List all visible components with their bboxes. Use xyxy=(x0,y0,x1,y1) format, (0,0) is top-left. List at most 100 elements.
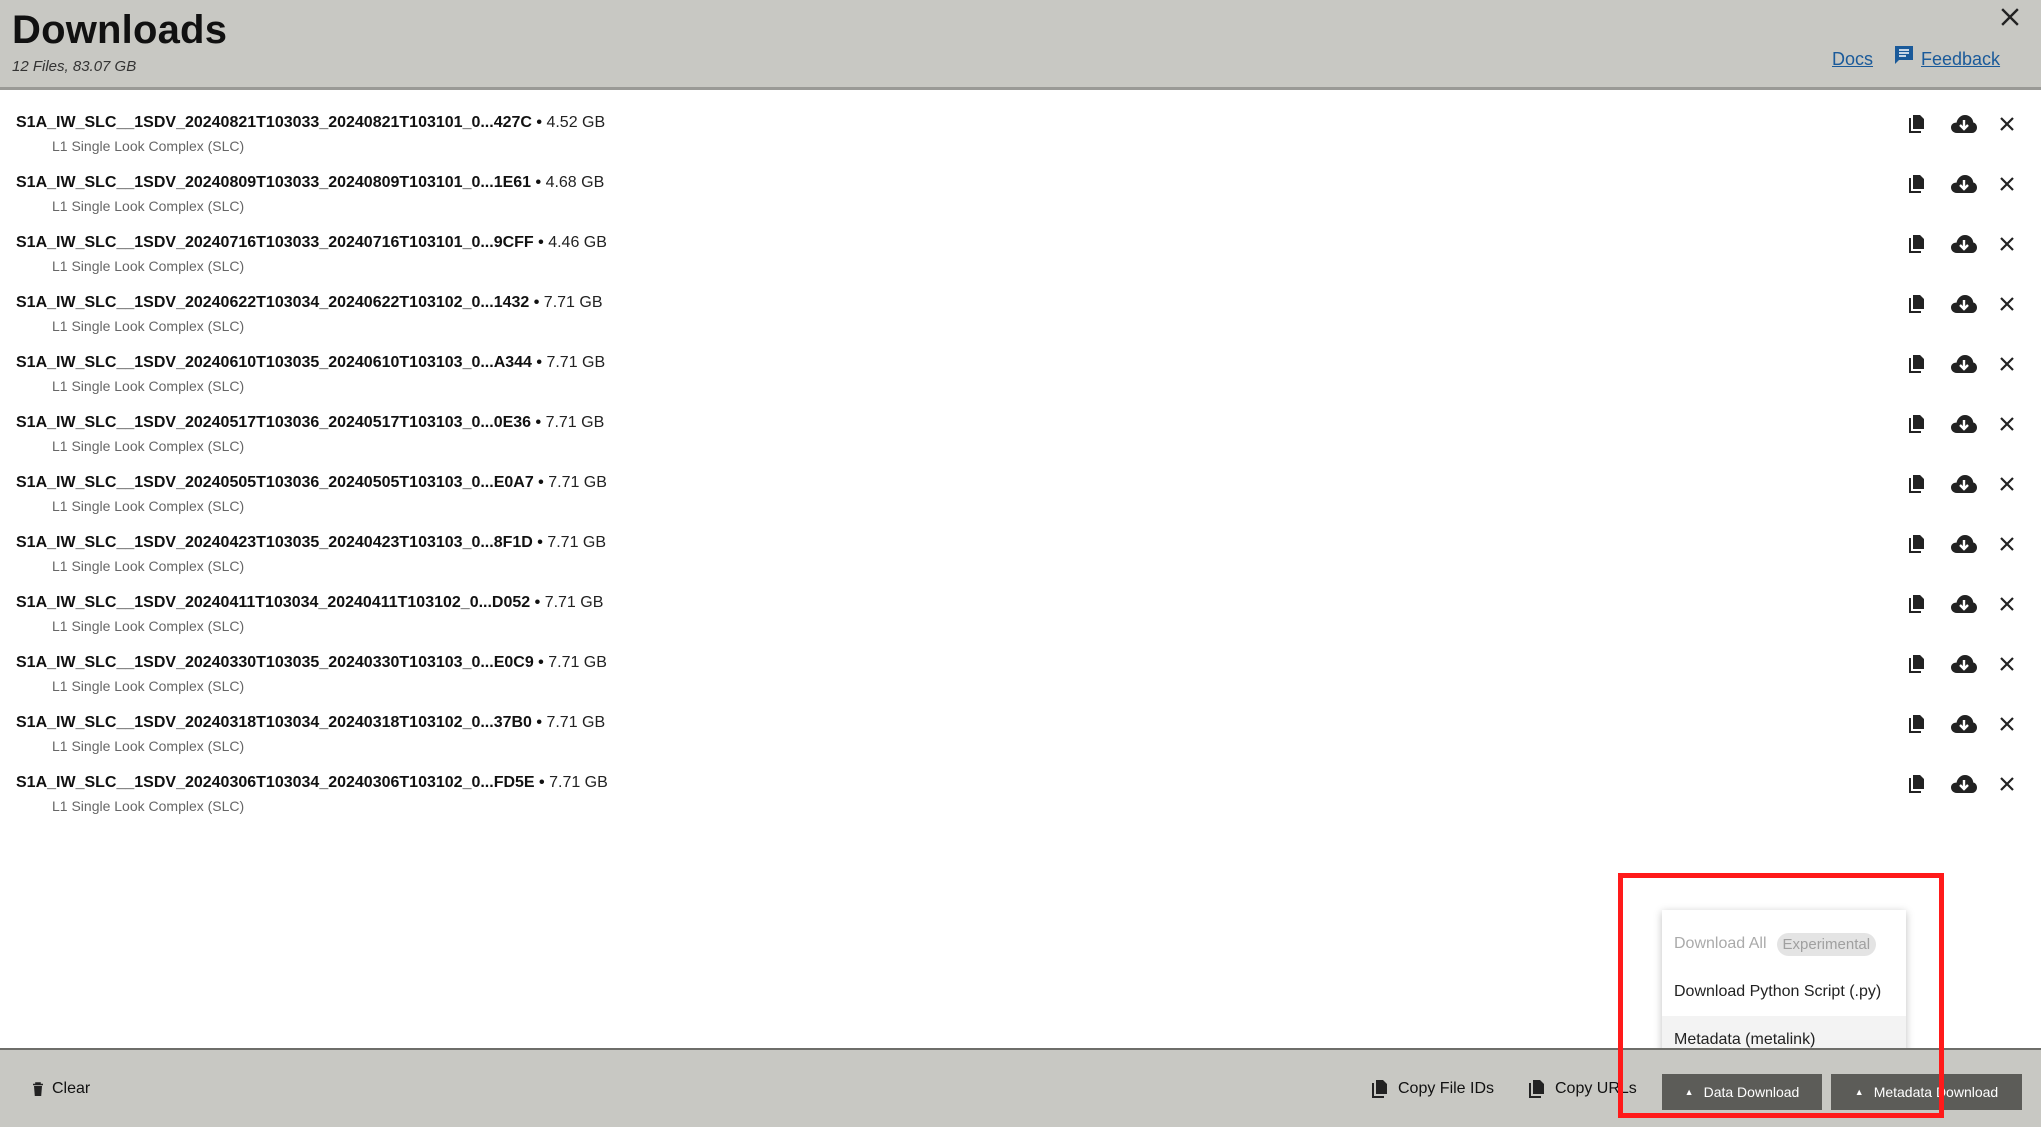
remove-file-button[interactable] xyxy=(1995,592,2019,616)
clear-button[interactable]: Clear xyxy=(32,1080,90,1098)
download-file-button[interactable] xyxy=(1949,232,1979,256)
copy-url-button[interactable] xyxy=(1905,592,1929,616)
remove-file-button[interactable] xyxy=(1995,712,2019,736)
file-name: S1A_IW_SLC__1SDV_20240622T103034_2024062… xyxy=(16,294,603,311)
file-size: 7.71 GB xyxy=(546,354,606,371)
feedback-label: Feedback xyxy=(1921,49,2001,69)
docs-link[interactable]: Docs xyxy=(1832,49,1873,70)
close-icon xyxy=(2000,537,2014,551)
file-type: L1 Single Look Complex (SLC) xyxy=(52,378,245,394)
file-size: 7.71 GB xyxy=(544,594,604,611)
close-icon xyxy=(2000,417,2014,431)
cloud-download-icon xyxy=(1951,475,1977,493)
file-row: S1A_IW_SLC__1SDV_20240716T103033_2024071… xyxy=(0,228,2041,288)
copy-icon xyxy=(1909,535,1924,553)
file-size: 4.46 GB xyxy=(548,234,607,251)
download-file-button[interactable] xyxy=(1949,412,1979,436)
copy-url-button[interactable] xyxy=(1905,112,1929,136)
file-row: S1A_IW_SLC__1SDV_20240505T103036_2024050… xyxy=(0,468,2041,528)
file-type: L1 Single Look Complex (SLC) xyxy=(52,318,245,334)
remove-file-button[interactable] xyxy=(1995,232,2019,256)
footer-bar: Clear Copy File IDs Copy URLs ▲ Data Dow… xyxy=(0,1048,2041,1127)
file-row: S1A_IW_SLC__1SDV_20240423T103035_2024042… xyxy=(0,528,2041,588)
remove-file-button[interactable] xyxy=(1995,172,2019,196)
copy-url-button[interactable] xyxy=(1905,712,1929,736)
download-all-label: Download All xyxy=(1674,935,1767,952)
remove-file-button[interactable] xyxy=(1995,112,2019,136)
file-row: S1A_IW_SLC__1SDV_20240809T103033_2024080… xyxy=(0,168,2041,228)
remove-file-button[interactable] xyxy=(1995,772,2019,796)
copy-url-button[interactable] xyxy=(1905,232,1929,256)
file-type: L1 Single Look Complex (SLC) xyxy=(52,258,245,274)
file-size: 7.71 GB xyxy=(549,774,608,791)
download-file-button[interactable] xyxy=(1949,712,1979,736)
file-row: S1A_IW_SLC__1SDV_20240411T103034_2024041… xyxy=(0,588,2041,648)
file-size: 4.52 GB xyxy=(546,114,606,131)
file-name: S1A_IW_SLC__1SDV_20240306T103034_2024030… xyxy=(16,774,608,791)
file-row: S1A_IW_SLC__1SDV_20240821T103033_2024082… xyxy=(0,108,2041,168)
close-icon xyxy=(2000,297,2014,311)
file-type: L1 Single Look Complex (SLC) xyxy=(52,558,245,574)
metadata-download-button[interactable]: ▲ Metadata Download xyxy=(1831,1074,2022,1110)
copy-icon xyxy=(1909,715,1924,733)
clear-label: Clear xyxy=(52,1080,91,1097)
file-size: 7.71 GB xyxy=(546,714,606,731)
download-file-button[interactable] xyxy=(1949,112,1979,136)
feedback-link[interactable]: Feedback xyxy=(1893,44,2000,70)
metadata-download-label: Metadata Download xyxy=(1873,1084,1999,1100)
close-icon xyxy=(2000,237,2014,251)
file-row: S1A_IW_SLC__1SDV_20240318T103034_2024031… xyxy=(0,708,2041,768)
copy-url-button[interactable] xyxy=(1905,652,1929,676)
copy-url-button[interactable] xyxy=(1905,292,1929,316)
remove-file-button[interactable] xyxy=(1995,532,2019,556)
copy-url-button[interactable] xyxy=(1905,472,1929,496)
copy-url-button[interactable] xyxy=(1905,532,1929,556)
close-downloads-button[interactable] xyxy=(1999,6,2021,28)
file-type: L1 Single Look Complex (SLC) xyxy=(52,498,245,514)
download-file-button[interactable] xyxy=(1949,772,1979,796)
cloud-download-icon xyxy=(1951,655,1977,673)
file-row: S1A_IW_SLC__1SDV_20240306T103034_2024030… xyxy=(0,768,2041,828)
copy-url-button[interactable] xyxy=(1905,772,1929,796)
file-size: 7.71 GB xyxy=(543,294,603,311)
download-file-button[interactable] xyxy=(1949,532,1979,556)
download-file-button[interactable] xyxy=(1949,352,1979,376)
copy-icon xyxy=(1909,355,1924,373)
download-file-button[interactable] xyxy=(1949,652,1979,676)
experimental-badge: Experimental xyxy=(1776,932,1877,956)
copy-icon xyxy=(1909,415,1924,433)
page-title: Downloads xyxy=(12,8,228,52)
caret-up-icon: ▲ xyxy=(1684,1087,1694,1097)
menu-item-python-script[interactable]: Download Python Script (.py) xyxy=(1662,968,1906,1016)
copy-url-button[interactable] xyxy=(1905,352,1929,376)
copy-icon xyxy=(1909,175,1924,193)
copy-file-ids-button[interactable]: Copy File IDs xyxy=(1372,1080,1494,1098)
copy-urls-label: Copy URLs xyxy=(1555,1080,1637,1097)
close-icon xyxy=(2000,117,2014,131)
copy-icon xyxy=(1529,1080,1544,1098)
cloud-download-icon xyxy=(1951,775,1977,793)
files-summary: 12 Files, 83.07 GB xyxy=(12,58,137,75)
copy-urls-button[interactable]: Copy URLs xyxy=(1529,1080,1637,1098)
remove-file-button[interactable] xyxy=(1995,412,2019,436)
download-file-button[interactable] xyxy=(1949,592,1979,616)
download-file-button[interactable] xyxy=(1949,472,1979,496)
file-type: L1 Single Look Complex (SLC) xyxy=(52,738,245,754)
download-file-button[interactable] xyxy=(1949,292,1979,316)
copy-url-button[interactable] xyxy=(1905,412,1929,436)
data-download-button[interactable]: ▲ Data Download xyxy=(1662,1074,1822,1110)
file-type: L1 Single Look Complex (SLC) xyxy=(52,678,245,694)
file-name: S1A_IW_SLC__1SDV_20240517T103036_2024051… xyxy=(16,414,605,431)
copy-file-ids-label: Copy File IDs xyxy=(1398,1080,1495,1097)
copy-icon xyxy=(1909,115,1924,133)
file-name: S1A_IW_SLC__1SDV_20240411T103034_2024041… xyxy=(16,594,604,611)
file-size: 7.71 GB xyxy=(548,474,607,491)
remove-file-button[interactable] xyxy=(1995,292,2019,316)
remove-file-button[interactable] xyxy=(1995,652,2019,676)
remove-file-button[interactable] xyxy=(1995,352,2019,376)
cloud-download-icon xyxy=(1951,295,1977,313)
remove-file-button[interactable] xyxy=(1995,472,2019,496)
copy-url-button[interactable] xyxy=(1905,172,1929,196)
download-file-button[interactable] xyxy=(1949,172,1979,196)
copy-icon xyxy=(1909,775,1924,793)
